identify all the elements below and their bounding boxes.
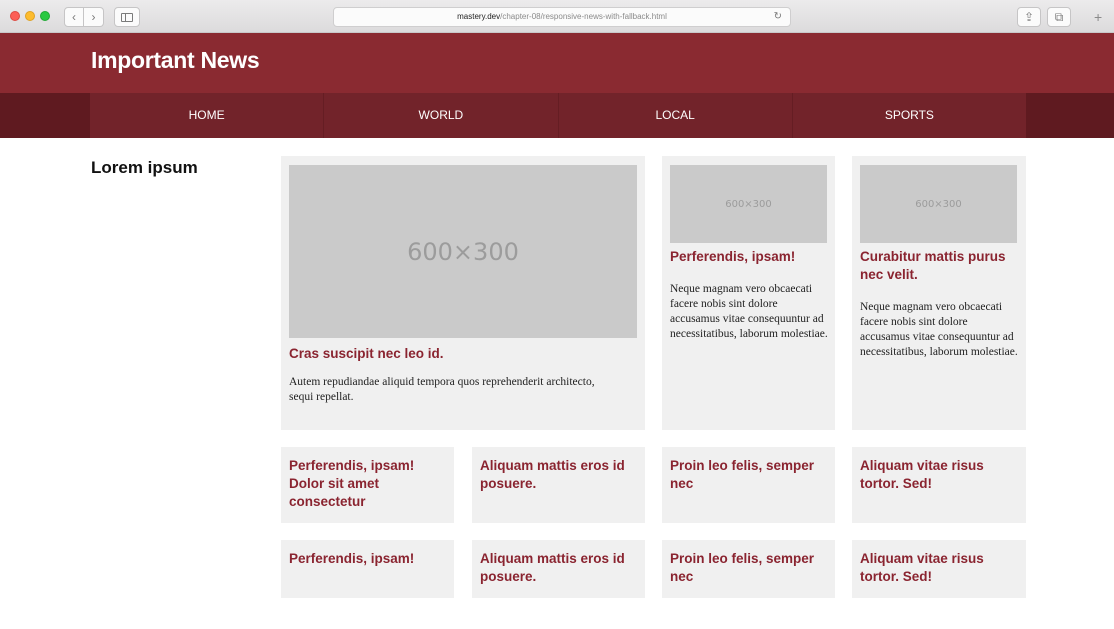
back-button[interactable]: ‹ <box>64 7 84 27</box>
nav-item-sports[interactable]: SPORTS <box>793 93 1026 138</box>
article-card[interactable]: 600×300 Perferendis, ipsam! Neque magnam… <box>662 156 835 430</box>
zoom-window-button[interactable] <box>40 11 50 21</box>
headline-title[interactable]: Proin leo felis, semper nec <box>670 550 820 586</box>
headline-title[interactable]: Perferendis, ipsam! Dolor sit amet conse… <box>289 457 439 511</box>
site-title[interactable]: Important News <box>91 47 260 74</box>
image-placeholder: 600×300 <box>860 165 1017 243</box>
headline-card[interactable]: Aliquam mattis eros id posuere. <box>472 540 645 598</box>
article-title[interactable]: Curabitur mattis purus nec velit. <box>860 248 1020 284</box>
sidebar-toggle-button[interactable] <box>114 7 140 27</box>
sidebar-icon <box>121 13 133 22</box>
headline-card[interactable]: Proin leo felis, semper nec <box>662 447 835 523</box>
headline-title[interactable]: Proin leo felis, semper nec <box>670 457 820 493</box>
headline-card[interactable]: Proin leo felis, semper nec <box>662 540 835 598</box>
article-title[interactable]: Cras suscipit nec leo id. <box>289 345 444 363</box>
reload-icon[interactable]: ↻ <box>774 8 782 26</box>
headline-title[interactable]: Aliquam mattis eros id posuere. <box>480 550 630 586</box>
headline-card[interactable]: Aliquam vitae risus tortor. Sed! <box>852 447 1026 523</box>
main-nav: HOME WORLD LOCAL SPORTS <box>0 93 1114 138</box>
tab-overview-icon[interactable]: ⧉ <box>1047 7 1071 27</box>
headline-title[interactable]: Aliquam vitae risus tortor. Sed! <box>860 457 1010 493</box>
article-title[interactable]: Perferendis, ipsam! <box>670 248 830 266</box>
section-title: Lorem ipsum <box>91 158 198 177</box>
featured-article-card[interactable]: 600×300 Cras suscipit nec leo id. Autem … <box>281 156 645 430</box>
article-card[interactable]: 600×300 Curabitur mattis purus nec velit… <box>852 156 1026 430</box>
nav-item-world[interactable]: WORLD <box>324 93 559 138</box>
headline-card[interactable]: Aliquam mattis eros id posuere. <box>472 447 645 523</box>
site-header: Important News <box>0 33 1114 93</box>
url-host: mastery.dev <box>457 12 501 21</box>
headline-title[interactable]: Aliquam mattis eros id posuere. <box>480 457 630 493</box>
headline-title[interactable]: Aliquam vitae risus tortor. Sed! <box>860 550 1010 586</box>
close-window-button[interactable] <box>10 11 20 21</box>
browser-toolbar: ‹ › mastery.dev/chapter-08/responsive-ne… <box>0 0 1114 33</box>
headline-card[interactable]: Perferendis, ipsam! <box>281 540 454 598</box>
headline-title[interactable]: Perferendis, ipsam! <box>289 550 439 568</box>
url-path: /chapter-08/responsive-news-with-fallbac… <box>500 12 667 21</box>
minimize-window-button[interactable] <box>25 11 35 21</box>
share-icon[interactable]: ⇪ <box>1017 7 1041 27</box>
new-tab-icon[interactable]: + <box>1094 9 1102 25</box>
nav-item-home[interactable]: HOME <box>90 93 325 138</box>
headline-card[interactable]: Perferendis, ipsam! Dolor sit amet conse… <box>281 447 454 523</box>
image-placeholder: 600×300 <box>670 165 827 243</box>
article-summary: Neque magnam vero obcaecati facere nobis… <box>670 283 828 340</box>
address-bar[interactable]: mastery.dev/chapter-08/responsive-news-w… <box>333 7 791 27</box>
forward-button[interactable]: › <box>84 7 104 27</box>
nav-item-local[interactable]: LOCAL <box>559 93 793 138</box>
nav-bar: HOME WORLD LOCAL SPORTS <box>90 93 1026 138</box>
image-placeholder: 600×300 <box>289 165 637 338</box>
article-summary: Autem repudiandae aliquid tempora quos r… <box>289 376 595 403</box>
article-summary: Neque magnam vero obcaecati facere nobis… <box>860 301 1018 358</box>
headline-card[interactable]: Aliquam vitae risus tortor. Sed! <box>852 540 1026 598</box>
